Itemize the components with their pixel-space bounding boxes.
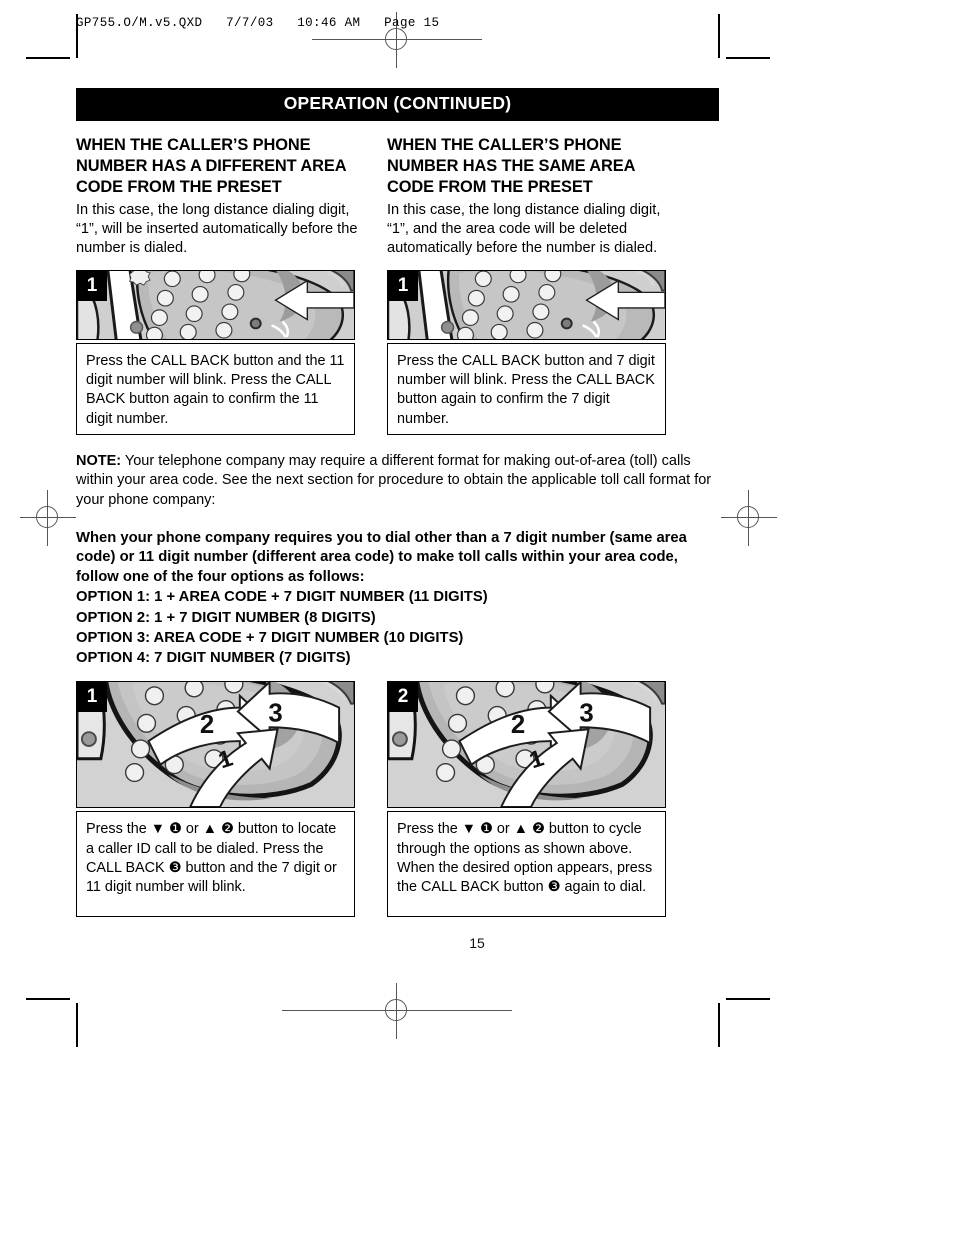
svg-text:2: 2 [200, 712, 214, 740]
crop-mark-top-right-horizontal [726, 57, 770, 59]
body-same-area-code: In this case, the long distance dialing … [387, 202, 661, 257]
column-same-area-code: WHEN THE CALLER’S PHONE NUMBER HAS THE S… [387, 135, 679, 436]
top-columns: WHEN THE CALLER’S PHONE NUMBER HAS A DIF… [76, 135, 719, 436]
crop-mark-bottom-right-vertical [718, 1003, 720, 1047]
caption-locate-call: Press the ▼ ❶ or ▲ ❷ button to locate a … [76, 811, 355, 918]
options-list: OPTION 1: 1 + AREA CODE + 7 DIGIT NUMBER… [76, 587, 719, 668]
svg-text:3: 3 [579, 700, 593, 728]
column-different-area-code: WHEN THE CALLER’S PHONE NUMBER HAS A DIF… [76, 135, 368, 436]
registration-mark-bottom [282, 983, 512, 1039]
crop-mark-top-left-horizontal [26, 57, 70, 59]
option-line-3: OPTION 3: AREA CODE + 7 DIGIT NUMBER (10… [76, 629, 464, 646]
body-different-area-code: In this case, the long distance dialing … [76, 202, 358, 257]
illustration-callback-same: 1 [387, 270, 666, 341]
figure-badge: 1 [77, 682, 107, 713]
caption-callback-same: Press the CALL BACK button and 7 digit n… [387, 343, 666, 436]
figure-badge: 2 [388, 682, 418, 713]
crop-mark-bottom-left-horizontal [26, 998, 70, 1000]
option-line-4: OPTION 4: 7 DIGIT NUMBER (7 DIGITS) [76, 650, 351, 667]
page-content: OPERATION (CONTINUED) WHEN THE CALLER’S … [76, 88, 719, 918]
phone-illustration-graphic: 2 3 1 [77, 682, 354, 808]
registration-mark-left [20, 490, 76, 546]
printer-file-header: GP755.O/M.v5.QXD 7/7/03 10:46 AM Page 15 [76, 16, 440, 30]
figure-badge: 1 [388, 271, 418, 302]
page-number: 15 [469, 935, 485, 951]
caption-cycle-options: Press the ▼ ❶ or ▲ ❷ button to cycle thr… [387, 811, 666, 918]
heading-different-area-code: WHEN THE CALLER’S PHONE NUMBER HAS A DIF… [76, 136, 346, 196]
illustration-locate-call: 2 3 1 1 [76, 681, 355, 809]
svg-text:2: 2 [511, 712, 525, 740]
column-cycle-options: 2 3 1 2 Press the ▼ ❶ or ▲ ❷ button to c… [387, 681, 679, 918]
illustration-cycle-options: 2 3 1 2 [387, 681, 666, 809]
option-line-1: OPTION 1: 1 + AREA CODE + 7 DIGIT NUMBER… [76, 589, 488, 606]
crop-mark-bottom-right-horizontal [726, 998, 770, 1000]
registration-mark-right [721, 490, 777, 546]
phone-illustration-graphic [77, 271, 354, 340]
phone-illustration-graphic [388, 271, 665, 340]
caption-callback-different: Press the CALL BACK button and the 11 di… [76, 343, 355, 436]
figure-badge: 1 [77, 271, 107, 302]
note-text: Your telephone company may require a dif… [76, 453, 712, 508]
crop-mark-bottom-left-vertical [76, 1003, 78, 1047]
bottom-columns: 2 3 1 1 Press the ▼ ❶ or ▲ ❷ button to l… [76, 681, 719, 918]
instruction-paragraph: When your phone company requires you to … [76, 529, 687, 585]
section-title-bar: OPERATION (CONTINUED) [76, 88, 719, 121]
note-label: NOTE: [76, 453, 122, 470]
illustration-callback-different: 1 [76, 270, 355, 341]
note-paragraph: NOTE: Your telephone company may require… [76, 452, 719, 510]
column-locate-call: 2 3 1 1 Press the ▼ ❶ or ▲ ❷ button to l… [76, 681, 368, 918]
heading-same-area-code: WHEN THE CALLER’S PHONE NUMBER HAS THE S… [387, 136, 635, 196]
option-line-2: OPTION 2: 1 + 7 DIGIT NUMBER (8 DIGITS) [76, 609, 376, 626]
svg-text:3: 3 [268, 700, 282, 728]
phone-illustration-graphic: 2 3 1 [388, 682, 665, 808]
crop-mark-top-right-vertical [718, 14, 720, 58]
